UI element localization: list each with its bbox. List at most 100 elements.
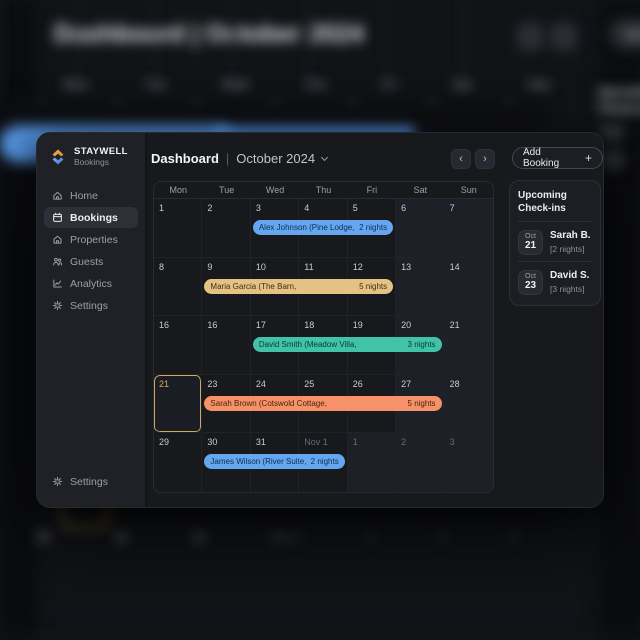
brand-logo: STAYWELL Bookings bbox=[48, 146, 128, 168]
calendar-cell-today[interactable]: 21 bbox=[154, 375, 202, 434]
guest-name: Sarah B. bbox=[550, 230, 591, 242]
bg-prev-button bbox=[517, 23, 544, 50]
plus-icon: + bbox=[585, 151, 592, 165]
chevron-down-icon bbox=[321, 153, 328, 160]
booking-nights: 3 nights bbox=[408, 340, 436, 349]
day-header: Tue bbox=[202, 185, 250, 195]
gear-icon bbox=[52, 476, 63, 487]
sidebar-item-analytics[interactable]: Analytics bbox=[44, 273, 138, 294]
sidebar-item-bookings[interactable]: Bookings bbox=[44, 207, 138, 228]
bg-date-number: 2 bbox=[438, 530, 445, 544]
booking-guest: Maria Garcia (The Barn, bbox=[210, 282, 296, 291]
day-header: Thu bbox=[299, 185, 347, 195]
bg-add-booking-button: Add Booking bbox=[610, 20, 640, 48]
calendar-cell[interactable]: 6 bbox=[396, 199, 444, 258]
booking-guest: David Smith (Meadow Villa, bbox=[259, 340, 357, 349]
sidebar-nav: Home Bookings Properties Guests Analytics Set… bbox=[44, 185, 138, 317]
guest-name: David S. bbox=[550, 270, 589, 282]
calendar-cell[interactable]: 29 bbox=[154, 433, 202, 492]
calendar-cell[interactable]: 7 bbox=[445, 199, 493, 258]
day-header: Sat bbox=[396, 185, 444, 195]
calendar-icon bbox=[52, 212, 63, 223]
sidebar-footer-settings[interactable]: Settings bbox=[44, 471, 138, 492]
booking-bar[interactable]: James Wilson (River Suite,2 nights bbox=[204, 454, 344, 469]
sidebar-item-label: Settings bbox=[70, 300, 108, 312]
calendar-cell[interactable]: 14 bbox=[445, 258, 493, 317]
bg-week5-numbers: 29 30 31 Nov 1 1 2 3 bbox=[36, 530, 516, 544]
house-icon bbox=[52, 234, 63, 245]
bg-date-number: 29 bbox=[36, 530, 50, 544]
divider bbox=[518, 221, 592, 222]
bg-date-number: 30 bbox=[114, 530, 128, 544]
calendar-cell[interactable]: 16 bbox=[202, 316, 250, 375]
staywell-logo-icon bbox=[48, 147, 68, 167]
month-label: October 2024 bbox=[236, 151, 315, 166]
home-icon bbox=[52, 190, 63, 201]
booking-nights: 5 nights bbox=[408, 399, 436, 408]
calendar-cell[interactable]: 8 bbox=[154, 258, 202, 317]
sidebar-item-label: Settings bbox=[70, 476, 108, 488]
sidebar-item-guests[interactable]: Guests bbox=[44, 251, 138, 272]
calendar-cell[interactable]: 13 bbox=[396, 258, 444, 317]
calendar-cell[interactable]: 1 bbox=[348, 433, 396, 492]
sidebar-item-label: Properties bbox=[70, 234, 118, 246]
booking-bar[interactable]: Sarah Brown (Cotswold Cottage, 5 nights bbox=[204, 396, 441, 411]
booking-bar[interactable]: Alex Johnson (Pine Lodge,2 nights bbox=[253, 220, 393, 235]
badge-day: 21 bbox=[525, 240, 536, 252]
sidebar-item-label: Bookings bbox=[70, 212, 118, 224]
upcoming-checkins-panel: Upcoming Check-ins Oct21 Sarah B. [2 night… bbox=[509, 180, 601, 306]
sidebar-footer: Settings bbox=[44, 471, 138, 493]
sidebar-item-label: Guests bbox=[70, 256, 103, 268]
brand-name: STAYWELL bbox=[74, 146, 128, 157]
booking-nights: 5 nights bbox=[359, 282, 387, 291]
month-dropdown[interactable]: October 2024 bbox=[236, 151, 327, 166]
checkin-item[interactable]: Oct23 David S. [3 nights] bbox=[518, 270, 592, 295]
guests-icon bbox=[52, 256, 63, 267]
bg-bottom-shade bbox=[0, 100, 548, 126]
calendar-grid: 1234567891011121314161617181920212123242… bbox=[154, 199, 493, 492]
bg-badge-blob bbox=[600, 122, 624, 142]
booking-nights: 2 nights bbox=[359, 223, 387, 232]
booking-guest: Sarah Brown (Cotswold Cottage, bbox=[210, 399, 327, 408]
bg-date-number: 1 bbox=[367, 530, 374, 544]
badge-day: 23 bbox=[525, 280, 536, 292]
calendar: MonTueWedThuFriSatSun 123456789101112131… bbox=[153, 181, 494, 493]
calendar-cell[interactable]: 2 bbox=[396, 433, 444, 492]
checkin-item[interactable]: Oct21 Sarah B. [2 nights] bbox=[518, 230, 592, 255]
bg-checkins-title: UpcomingCheck-ins bbox=[598, 84, 640, 118]
bg-next-button bbox=[550, 23, 577, 50]
sidebar-item-properties[interactable]: Properties bbox=[44, 229, 138, 250]
calendar-cell[interactable]: 3 bbox=[445, 433, 493, 492]
date-badge: Oct23 bbox=[518, 270, 543, 295]
calendar-cell[interactable]: 16 bbox=[154, 316, 202, 375]
calendar-cell[interactable]: 2 bbox=[202, 199, 250, 258]
sidebar-item-home[interactable]: Home bbox=[44, 185, 138, 206]
page-title: Dashboard bbox=[151, 151, 219, 166]
bg-date-number: Nov 1 bbox=[270, 530, 303, 544]
dashboard-card: STAYWELL Bookings Home Bookings Properties… bbox=[36, 132, 604, 508]
booking-bar[interactable]: David Smith (Meadow Villa, 3 nights bbox=[253, 337, 442, 352]
month-nav-buttons: ‹ › bbox=[451, 149, 495, 169]
page-title-bar: Dashboard | October 2024 bbox=[151, 151, 327, 166]
date-badge: Oct21 bbox=[518, 230, 543, 255]
next-month-button[interactable]: › bbox=[475, 149, 495, 169]
sidebar-item-settings[interactable]: Settings bbox=[44, 295, 138, 316]
guest-nights: [2 nights] bbox=[550, 244, 591, 254]
calendar-cell[interactable]: 21 bbox=[445, 316, 493, 375]
prev-month-button[interactable]: ‹ bbox=[451, 149, 471, 169]
guest-nights: [3 nights] bbox=[550, 284, 589, 294]
calendar-day-headers: MonTueWedThuFriSatSun bbox=[154, 182, 493, 199]
calendar-cell[interactable]: 28 bbox=[445, 375, 493, 434]
bg-date-number: 3 bbox=[509, 530, 516, 544]
calendar-cell[interactable]: 1 bbox=[154, 199, 202, 258]
checkins-list: Oct21Sarah B.[2 nights]Oct23David S.[3 n… bbox=[518, 230, 592, 295]
badge-month: Oct bbox=[525, 233, 536, 240]
gear-icon bbox=[52, 300, 63, 311]
sidebar: STAYWELL Bookings Home Bookings Properties… bbox=[37, 133, 147, 507]
add-booking-button[interactable]: Add Booking + bbox=[512, 147, 603, 169]
booking-bar[interactable]: Maria Garcia (The Barn, 5 nights bbox=[204, 279, 393, 294]
sidebar-item-label: Analytics bbox=[70, 278, 112, 290]
panel-title: Upcoming Check-ins bbox=[518, 189, 592, 215]
bg-date-number: 31 bbox=[192, 530, 206, 544]
screen: Dashboard | October 2024 Add Booking Mon… bbox=[0, 0, 640, 640]
